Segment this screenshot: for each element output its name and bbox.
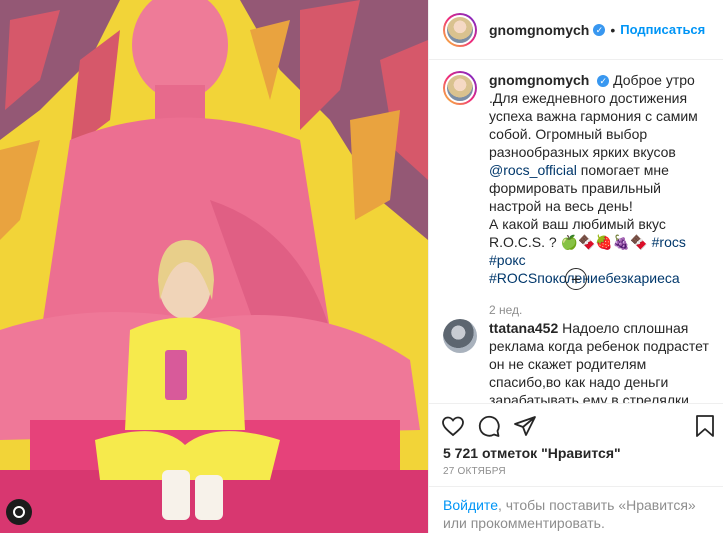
- hashtag-link[interactable]: #rocs: [652, 234, 686, 250]
- caption-body-3: А какой ваш любимый вкус R.O.C.S. ? 🍏🍫🍓🍇…: [489, 216, 666, 250]
- comment-icon[interactable]: [477, 414, 501, 438]
- post-date[interactable]: 27 ОКТЯБРЯ: [443, 466, 506, 477]
- bookmark-icon[interactable]: [694, 414, 716, 438]
- verified-badge-icon: ✓: [597, 75, 610, 87]
- login-link[interactable]: Войдите: [443, 497, 498, 513]
- header-separator: •: [610, 21, 616, 38]
- comment-item: ttatana452 Надоело сплошная реклама когд…: [443, 319, 718, 403]
- caption-time[interactable]: 2 нед.: [489, 301, 714, 319]
- load-more-comments-button[interactable]: +: [565, 268, 587, 290]
- commenter-avatar[interactable]: [443, 319, 477, 353]
- likes-number: 5 721: [443, 445, 479, 461]
- post-sidebar: gnomgnomych ✓ • Подписаться gnomgnomych …: [428, 0, 723, 533]
- post-image-illustration: [0, 0, 428, 533]
- login-prompt: Войдите, чтобы поставить «Нравится» или …: [429, 486, 723, 533]
- mention-link[interactable]: @rocs_official: [489, 162, 577, 178]
- author-username[interactable]: gnomgnomych: [489, 22, 589, 38]
- user-tag-icon[interactable]: [6, 499, 32, 525]
- post-photo[interactable]: [0, 0, 428, 533]
- likes-label: отметок: [481, 445, 538, 461]
- caption-text: gnomgnomych ✓ Доброе утро .Для ежедневно…: [489, 71, 714, 319]
- action-bar: [429, 403, 723, 450]
- follow-button[interactable]: Подписаться: [620, 22, 705, 37]
- likes-quote: "Нравится": [541, 445, 621, 461]
- likes-count[interactable]: 5 721 отметок "Нравится": [443, 445, 621, 461]
- comments-area[interactable]: gnomgnomych ✓ Доброе утро .Для ежедневно…: [429, 61, 723, 403]
- verified-badge-icon: ✓: [593, 23, 606, 36]
- comment-text: ttatana452 Надоело сплошная реклама когд…: [489, 319, 714, 403]
- post-header: gnomgnomych ✓ • Подписаться: [429, 0, 723, 60]
- caption-avatar[interactable]: [443, 71, 477, 105]
- author-avatar[interactable]: [443, 12, 477, 47]
- commenter-username[interactable]: ttatana452: [489, 320, 558, 336]
- hashtag-link[interactable]: #рокс: [489, 252, 526, 268]
- share-icon[interactable]: [513, 414, 537, 438]
- caption-username[interactable]: gnomgnomych: [489, 72, 589, 88]
- heart-icon[interactable]: [441, 414, 465, 438]
